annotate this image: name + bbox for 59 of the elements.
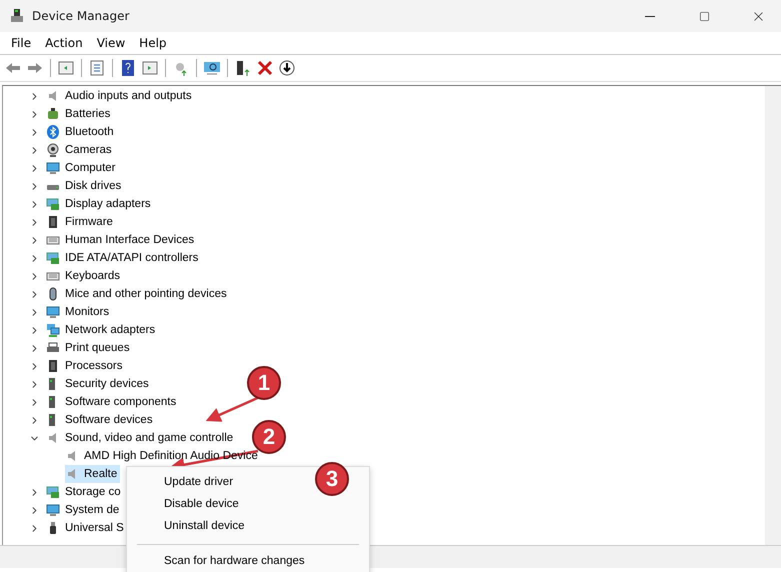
monitor-icon: [46, 305, 60, 319]
download-icon[interactable]: [278, 59, 296, 77]
uninstall-icon[interactable]: [256, 59, 274, 77]
tree-item[interactable]: Processors: [46, 357, 126, 375]
bluetooth-icon: [46, 125, 60, 139]
context-menu-item[interactable]: Update driver: [158, 471, 240, 493]
menu-item[interactable]: File: [4, 36, 38, 50]
device-manager-icon: [10, 8, 24, 24]
tree-item[interactable]: Sound, video and game controlle: [46, 429, 236, 447]
tree-item[interactable]: Display adapters: [46, 195, 154, 213]
tree-item[interactable]: Cameras: [46, 141, 115, 159]
monitor-icon: [46, 503, 60, 517]
context-menu-item[interactable]: Scan for hardware changes: [158, 550, 311, 572]
context-menu-item[interactable]: Disable device: [158, 493, 245, 515]
scan-monitor-icon[interactable]: [203, 59, 221, 77]
tree-item[interactable]: Storage co: [46, 483, 124, 501]
webcam-icon: [46, 143, 60, 157]
step-number-badge: 1: [247, 366, 281, 400]
adapter-card-icon: [46, 251, 60, 265]
tree-item[interactable]: Computer: [46, 159, 118, 177]
context-menu-item[interactable]: Uninstall device: [158, 515, 251, 537]
tree-item[interactable]: IDE ATA/ATAPI controllers: [46, 249, 202, 267]
battery-icon: [46, 107, 60, 121]
tree-item[interactable]: Human Interface Devices: [46, 231, 198, 249]
tree-item[interactable]: Network adapters: [46, 321, 158, 339]
action-pane-icon[interactable]: [141, 59, 159, 77]
scrollbar[interactable]: [765, 86, 781, 545]
tree-item[interactable]: System de: [46, 501, 122, 519]
tree-item[interactable]: Batteries: [46, 105, 114, 123]
maximize-icon: [698, 10, 710, 22]
printer-icon: [46, 341, 60, 355]
adapter-card-icon: [46, 485, 60, 499]
tree-item[interactable]: Bluetooth: [46, 123, 117, 141]
tree-item[interactable]: Security devices: [46, 375, 152, 393]
tree-item[interactable]: Disk drives: [46, 177, 124, 195]
monitor-icon: [46, 161, 60, 175]
adapter-card-icon: [46, 197, 60, 211]
tree-item[interactable]: Monitors: [46, 303, 112, 321]
properties-icon[interactable]: [88, 59, 106, 77]
network-icon: [46, 323, 60, 337]
menu-item[interactable]: Help: [132, 36, 174, 50]
step-number-badge: 2: [252, 420, 286, 454]
tree-item[interactable]: Universal S: [46, 519, 127, 537]
tree-item[interactable]: Software devices: [46, 411, 156, 429]
tree-item[interactable]: Audio inputs and outputs: [46, 87, 195, 105]
tree-item[interactable]: Realte: [65, 465, 120, 483]
window-title: Device Manager: [32, 9, 130, 23]
tree-item[interactable]: Firmware: [46, 213, 116, 231]
tree-item[interactable]: Mice and other pointing devices: [46, 285, 230, 303]
tree-item[interactable]: Keyboards: [46, 267, 123, 285]
console-tree-icon[interactable]: [57, 59, 75, 77]
chip-icon: [46, 359, 60, 373]
help-icon[interactable]: [119, 59, 137, 77]
chip-icon: [46, 215, 60, 229]
menu-item[interactable]: View: [90, 36, 132, 50]
add-driver-icon[interactable]: [234, 59, 252, 77]
tree-item[interactable]: Software components: [46, 393, 180, 411]
menu-item[interactable]: Action: [38, 36, 90, 50]
tree-item[interactable]: Print queues: [46, 339, 133, 357]
